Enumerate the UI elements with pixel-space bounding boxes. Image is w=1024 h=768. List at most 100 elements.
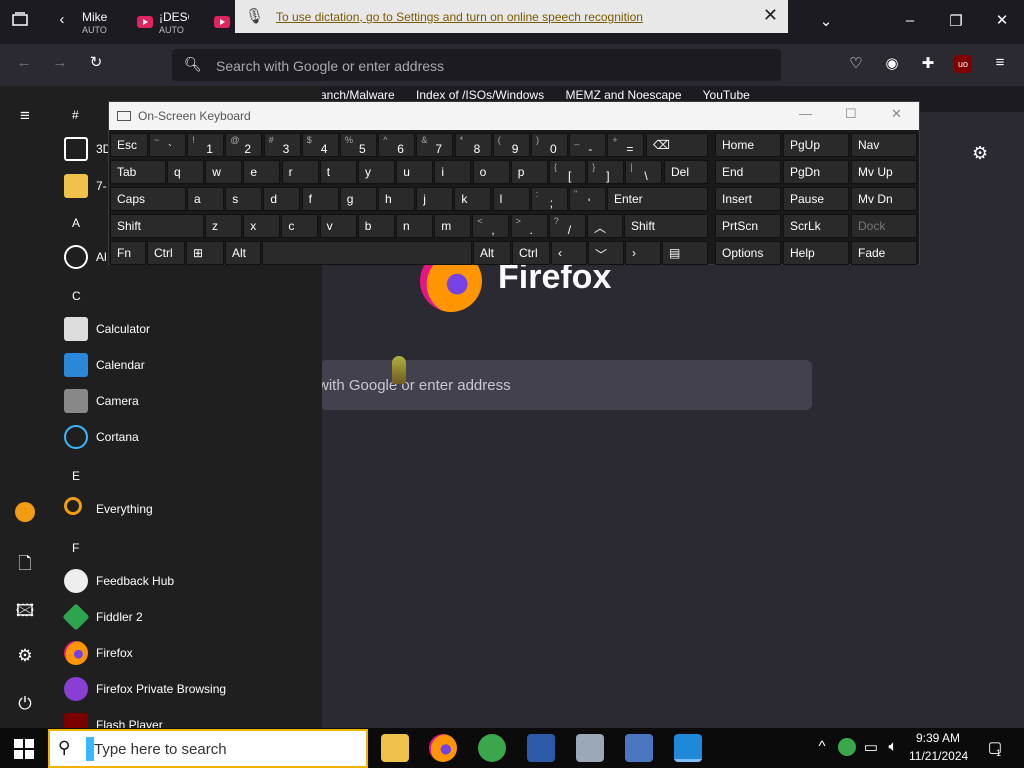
bookmark-item[interactable]: YouTube bbox=[703, 88, 750, 102]
pgup-key[interactable]: PgUp bbox=[783, 133, 849, 157]
windows-key[interactable]: ⊞ bbox=[186, 241, 224, 265]
app-item[interactable]: Fiddler 2 bbox=[62, 601, 320, 633]
osk-key[interactable]: & 7 bbox=[416, 133, 454, 157]
app-item[interactable]: Flash Player bbox=[62, 709, 320, 728]
pictures-icon[interactable]: 🖾 bbox=[14, 598, 36, 620]
maximize-icon[interactable]: ☐ bbox=[845, 106, 857, 122]
ctrl-key[interactable]: Ctrl bbox=[147, 241, 185, 265]
letter-key[interactable]: j bbox=[416, 187, 454, 211]
app-item[interactable]: Calendar bbox=[62, 349, 320, 381]
mvup-key[interactable]: Mv Up bbox=[851, 160, 917, 184]
up-arrow-key[interactable]: ︿ bbox=[587, 214, 623, 238]
osk-key[interactable]: ) 0 bbox=[531, 133, 568, 157]
app-item[interactable]: Calculator bbox=[62, 313, 320, 345]
restore-icon[interactable]: ❐ bbox=[946, 12, 966, 30]
notification-icon[interactable]: ▢ bbox=[984, 738, 1006, 756]
hamburger-icon[interactable]: ≡ bbox=[14, 106, 36, 128]
section-letter[interactable]: # bbox=[72, 108, 79, 122]
osk-key[interactable]: * 8 bbox=[454, 133, 492, 157]
documents-icon[interactable]: 🗋 bbox=[14, 551, 36, 573]
power-icon[interactable]: ⏻ bbox=[14, 694, 36, 716]
osk-key[interactable]: >. bbox=[510, 214, 548, 238]
space-key[interactable] bbox=[262, 241, 472, 265]
pause-key[interactable]: Pause bbox=[783, 187, 849, 211]
letter-key[interactable]: n bbox=[396, 214, 433, 238]
letter-key[interactable]: x bbox=[243, 214, 281, 238]
caps-lock-key[interactable]: Caps bbox=[110, 187, 186, 211]
letter-key[interactable]: w bbox=[205, 160, 243, 184]
letter-key[interactable]: u bbox=[396, 160, 434, 184]
settings-icon[interactable]: ⚙ bbox=[14, 646, 36, 668]
tab-scroll-left-icon[interactable]: ‹ bbox=[54, 11, 70, 28]
scrlk-key[interactable]: ScrLk bbox=[783, 214, 849, 238]
enter-key[interactable]: Enter bbox=[607, 187, 708, 211]
delete-key[interactable]: Del bbox=[664, 160, 708, 184]
end-key[interactable]: End bbox=[715, 160, 781, 184]
tab-1[interactable]: Mike AUTO bbox=[82, 6, 137, 40]
letter-key[interactable]: d bbox=[263, 187, 301, 211]
reload-icon[interactable]: ↻ bbox=[86, 53, 106, 71]
file-explorer-icon[interactable] bbox=[381, 734, 409, 762]
tab-3[interactable] bbox=[214, 6, 234, 40]
account-icon[interactable]: ◉ bbox=[882, 54, 902, 72]
letter-key[interactable]: e bbox=[243, 160, 281, 184]
app-item[interactable]: Everything bbox=[62, 493, 320, 525]
fn-key[interactable]: Fn bbox=[110, 241, 146, 265]
letter-key[interactable]: g bbox=[339, 187, 377, 211]
osk-key[interactable]: #3 bbox=[263, 133, 301, 157]
down-arrow-key[interactable]: ﹀ bbox=[588, 241, 624, 265]
osk-key[interactable]: ! 1 bbox=[187, 133, 225, 157]
list-all-tabs-icon[interactable]: ⌄ bbox=[816, 12, 836, 30]
osk-key[interactable]: + = bbox=[607, 133, 645, 157]
prtscn-key[interactable]: PrtScn bbox=[715, 214, 781, 238]
pgdn-key[interactable]: PgDn bbox=[783, 160, 849, 184]
section-letter[interactable]: C bbox=[72, 289, 81, 303]
backspace-key[interactable]: ⌫ bbox=[646, 133, 708, 157]
tab-2[interactable]: ¡DESC AUTO bbox=[137, 6, 197, 40]
close-window-icon[interactable]: ✕ bbox=[992, 11, 1012, 29]
osk-key[interactable]: <, bbox=[472, 214, 510, 238]
app-item[interactable]: Firefox Private Browsing bbox=[62, 673, 320, 705]
firefox-taskbar-icon[interactable] bbox=[429, 734, 457, 762]
extensions-icon[interactable]: ✚ bbox=[918, 54, 938, 72]
help-key[interactable]: Help bbox=[783, 241, 849, 265]
letter-key[interactable]: q bbox=[167, 160, 204, 184]
mvdn-key[interactable]: Mv Dn bbox=[851, 187, 917, 211]
show-hidden-icons[interactable]: ^ bbox=[814, 738, 830, 755]
gear-icon[interactable]: ⚙ bbox=[972, 143, 988, 164]
letter-key[interactable]: s bbox=[225, 187, 263, 211]
dock-key[interactable]: Dock bbox=[851, 214, 917, 238]
close-icon[interactable]: ✕ bbox=[891, 106, 902, 122]
network-icon[interactable]: ▭ bbox=[862, 738, 880, 756]
osk-key[interactable]: $4 bbox=[301, 133, 339, 157]
osk-key[interactable]: ? / bbox=[548, 214, 586, 238]
menu-key[interactable]: ▤ bbox=[662, 241, 708, 265]
taskbar-search-input[interactable]: ⚲ Type here to search bbox=[48, 729, 368, 768]
letter-key[interactable]: r bbox=[281, 160, 319, 184]
users-app-icon[interactable] bbox=[478, 734, 506, 762]
insert-key[interactable]: Insert bbox=[715, 187, 781, 211]
fade-key[interactable]: Fade bbox=[851, 241, 917, 265]
bookmark-item[interactable]: MEMZ and Noescape bbox=[565, 88, 681, 102]
letter-key[interactable]: y bbox=[358, 160, 395, 184]
osk-key[interactable]: % 5 bbox=[340, 133, 377, 157]
pocket-icon[interactable]: ♡ bbox=[846, 54, 866, 72]
osk-key[interactable]: @2 bbox=[225, 133, 263, 157]
right-arrow-key[interactable]: › bbox=[625, 241, 661, 265]
osk-key[interactable]: | \ bbox=[625, 160, 663, 184]
letter-key[interactable]: z bbox=[205, 214, 242, 238]
letter-key[interactable]: k bbox=[454, 187, 492, 211]
alt-right-key[interactable]: Alt bbox=[473, 241, 511, 265]
nav-key[interactable]: Nav bbox=[851, 133, 917, 157]
bookmark-item[interactable]: Index of /ISOs/Windows bbox=[416, 88, 544, 102]
ublock-icon[interactable]: uo bbox=[954, 55, 972, 73]
shift-right-key[interactable]: Shift bbox=[624, 214, 708, 238]
user-tray-icon[interactable] bbox=[838, 738, 856, 756]
letter-key[interactable]: o bbox=[472, 160, 510, 184]
osk-key[interactable]: _ - bbox=[569, 133, 607, 157]
options-key[interactable]: Options bbox=[715, 241, 781, 265]
app-item[interactable]: Cortana bbox=[62, 421, 320, 453]
section-letter[interactable]: F bbox=[72, 541, 79, 555]
letter-key[interactable]: t bbox=[319, 160, 357, 184]
windows-start-icon[interactable] bbox=[14, 739, 34, 759]
